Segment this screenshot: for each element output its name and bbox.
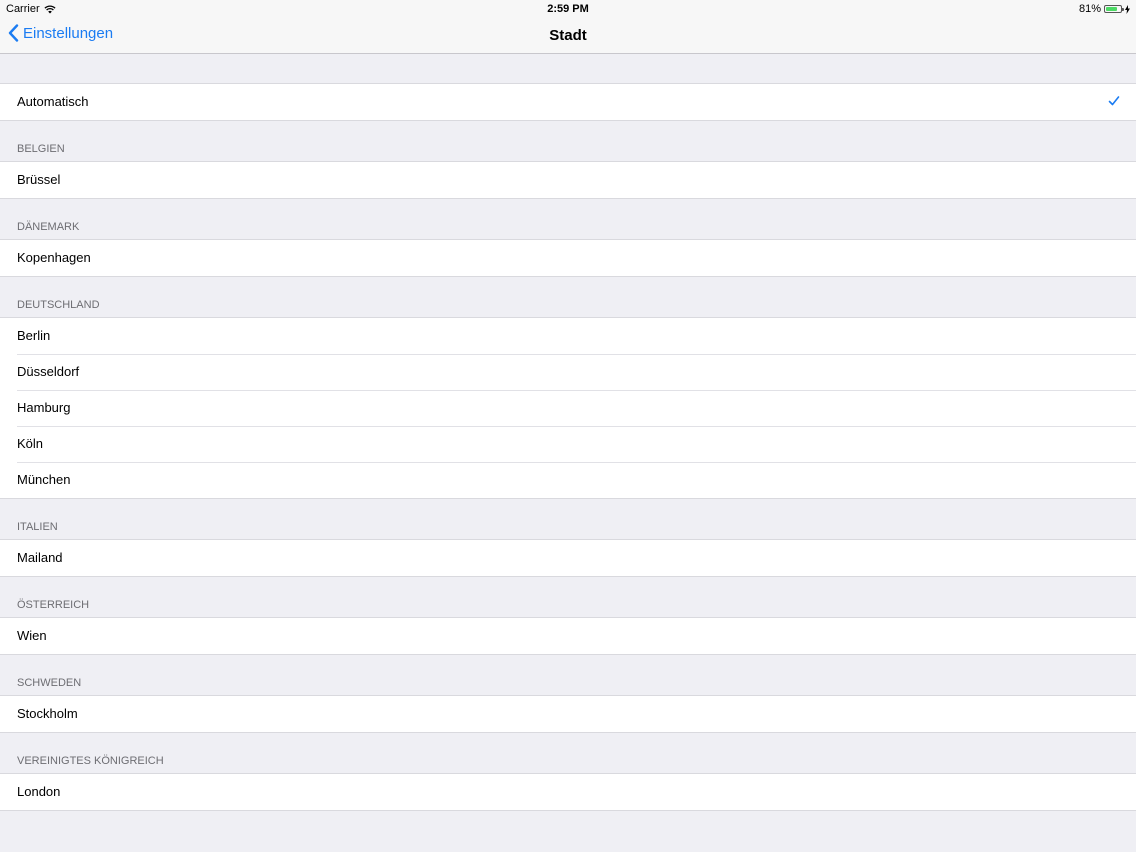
section-header: SCHWEDEN bbox=[0, 655, 1136, 695]
city-row[interactable]: Mailand bbox=[0, 540, 1136, 576]
section-header: VEREINIGTES KÖNIGREICH bbox=[0, 733, 1136, 773]
section-header-label: DEUTSCHLAND bbox=[17, 299, 100, 311]
section-header: ÖSTERREICH bbox=[0, 577, 1136, 617]
city-row[interactable]: Düsseldorf bbox=[0, 354, 1136, 390]
page-title: Stadt bbox=[549, 27, 587, 44]
city-row[interactable]: Berlin bbox=[0, 318, 1136, 354]
automatic-label: Automatisch bbox=[17, 94, 89, 109]
city-label: Wien bbox=[17, 628, 47, 643]
battery-fill bbox=[1106, 7, 1117, 11]
city-label: Köln bbox=[17, 436, 44, 451]
section-header-label: BELGIEN bbox=[17, 143, 65, 155]
section-header-label: ITALIEN bbox=[17, 521, 58, 533]
automatic-section: Automatisch bbox=[0, 83, 1136, 121]
status-bar: Carrier 2:59 PM 81% bbox=[0, 0, 1136, 18]
city-row[interactable]: Kopenhagen bbox=[0, 240, 1136, 276]
city-row[interactable]: London bbox=[0, 774, 1136, 810]
city-label: Mailand bbox=[17, 550, 63, 565]
city-label: Brüssel bbox=[17, 172, 61, 187]
charging-bolt-icon bbox=[1125, 4, 1130, 14]
city-row[interactable]: Köln bbox=[0, 426, 1136, 462]
city-label: Berlin bbox=[17, 328, 51, 343]
city-section: Wien bbox=[0, 617, 1136, 655]
city-section: Brüssel bbox=[0, 161, 1136, 199]
city-section: London bbox=[0, 773, 1136, 811]
city-section: Kopenhagen bbox=[0, 239, 1136, 277]
section-header: BELGIEN bbox=[0, 121, 1136, 161]
section-header-label: DÄNEMARK bbox=[17, 221, 80, 233]
section-header-label: SCHWEDEN bbox=[17, 677, 82, 689]
city-row[interactable]: Wien bbox=[0, 618, 1136, 654]
city-section: Stockholm bbox=[0, 695, 1136, 733]
battery-icon bbox=[1104, 5, 1124, 13]
city-row[interactable]: Hamburg bbox=[0, 390, 1136, 426]
section-header: DÄNEMARK bbox=[0, 199, 1136, 239]
city-label: Kopenhagen bbox=[17, 250, 91, 265]
section-header-label: ÖSTERREICH bbox=[17, 599, 90, 611]
status-right: 81% bbox=[1079, 3, 1130, 15]
checkmark-icon bbox=[1108, 96, 1120, 106]
section-header-label: VEREINIGTES KÖNIGREICH bbox=[17, 755, 164, 767]
city-label: Hamburg bbox=[17, 400, 71, 415]
automatic-row[interactable]: Automatisch bbox=[0, 84, 1136, 120]
city-label: München bbox=[17, 472, 71, 487]
city-section: Berlin Düsseldorf Hamburg Köln München bbox=[0, 317, 1136, 499]
city-section: Mailand bbox=[0, 539, 1136, 577]
section-header: DEUTSCHLAND bbox=[0, 277, 1136, 317]
city-row[interactable]: Stockholm bbox=[0, 696, 1136, 732]
city-row[interactable]: Brüssel bbox=[0, 162, 1136, 198]
city-row[interactable]: München bbox=[0, 462, 1136, 498]
section-header: ITALIEN bbox=[0, 499, 1136, 539]
navigation-bar: Einstellungen Stadt bbox=[0, 18, 1136, 54]
city-label: Stockholm bbox=[17, 706, 78, 721]
battery-percent: 81% bbox=[1078, 3, 1101, 15]
city-label: Düsseldorf bbox=[17, 364, 80, 379]
city-list: Automatisch BELGIEN Brüssel DÄNEMARK Kopenh… bbox=[0, 54, 1136, 811]
city-label: London bbox=[17, 784, 61, 799]
status-time: 2:59 PM bbox=[547, 3, 589, 15]
list-top-gap bbox=[0, 54, 1136, 83]
